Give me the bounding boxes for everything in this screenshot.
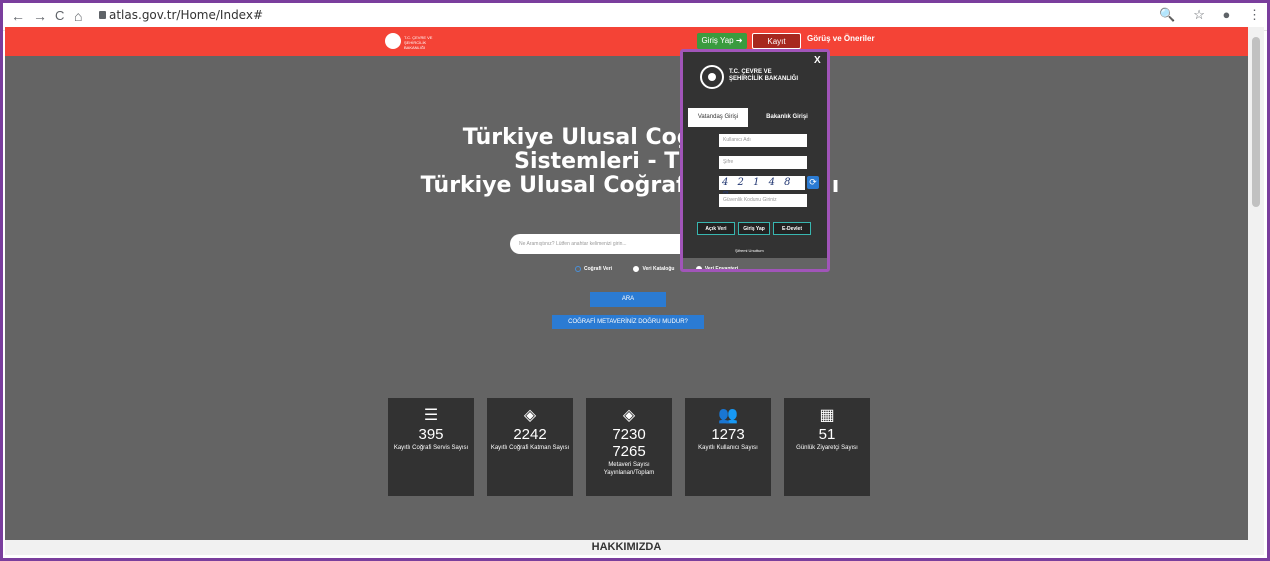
stat-card-metadata: ◈ 7230 7265 Metaveri Sayısı Yayınlanan/T… [586, 398, 672, 496]
modal-org-name: T.C. ÇEVRE VE ŞEHİRCİLİK BAKANLIĞI [729, 69, 798, 83]
layers-icon: ◈ [523, 407, 537, 424]
register-button[interactable]: Kayıt Sayfası [752, 33, 801, 62]
login-button[interactable]: Giriş Yap ➜ [697, 33, 747, 49]
search-button[interactable]: ARA [590, 292, 666, 307]
stat-label: Kayıtlı Coğrafi Servis Sayısı [393, 445, 469, 451]
layers-icon: ◈ [622, 407, 636, 424]
logo-text: T.C. ÇEVRE VE ŞEHİRCİLİK BAKANLIĞI [404, 35, 433, 50]
stat-card-layers: ◈ 2242 Kayıtlı Coğrafi Katman Sayısı [487, 398, 573, 496]
stat-label: Kayıtlı Kullanıcı Sayısı [698, 445, 758, 451]
radio-icon [633, 266, 640, 272]
calendar-icon: ▦ [819, 407, 835, 424]
bookmark-star-icon[interactable]: ☆ [1193, 7, 1205, 22]
password-field[interactable]: Şifre [719, 156, 807, 169]
zoom-icon[interactable]: 🔍 [1159, 7, 1175, 22]
stat-label: Kayıtlı Coğrafi Katman Sayısı [490, 445, 570, 451]
stat-value: 1273 [711, 426, 745, 443]
forward-icon[interactable]: → [33, 7, 47, 25]
radio-catalog[interactable]: Veri Kataloğu [633, 266, 684, 272]
captcha-image: 4 2 1 4 8 7 [719, 176, 805, 202]
back-icon[interactable]: ← [11, 7, 25, 25]
forgot-password-link[interactable]: Şifremi Unuttum [735, 248, 764, 253]
radio-selected-icon [575, 266, 581, 272]
address-bar[interactable]: atlas.gov.tr/Home/Index# [109, 8, 263, 22]
lock-icon [99, 11, 106, 19]
stat-label: Günlük Ziyaretçi Sayısı [796, 445, 858, 451]
emblem-icon [385, 33, 401, 49]
browser-actions: 🔍 ☆ ● ⋮ [1145, 7, 1261, 23]
tab-ministry-login[interactable]: Bakanlık Girişi [749, 108, 825, 127]
radio-geodata[interactable]: Coğrafi Veri [575, 266, 622, 272]
stat-value: 2242 [513, 426, 547, 443]
open-data-button[interactable]: Açık Veri [697, 222, 735, 235]
org-line-2: ŞEHİRCİLİK BAKANLIĞI [729, 76, 798, 82]
users-icon: 👥 [718, 407, 738, 424]
tab-citizen-login[interactable]: Vatandaş Girişi [688, 108, 748, 127]
scrollbar-thumb[interactable] [1252, 37, 1260, 207]
refresh-captcha-icon[interactable]: ⟳ [807, 176, 819, 189]
stat-label: Metaveri Sayısı Yayınlanan/Toplam [603, 462, 655, 476]
menu-icon[interactable]: ⋮ [1248, 7, 1261, 22]
account-icon[interactable]: ● [1223, 7, 1231, 22]
stat-card-services: ☰ 395 Kayıtlı Coğrafi Servis Sayısı [388, 398, 474, 496]
about-section-title[interactable]: HAKKIMIZDA [5, 540, 1248, 555]
ministry-emblem-icon [700, 65, 724, 89]
login-modal: X T.C. ÇEVRE VE ŞEHİRCİLİK BAKANLIĞI Vat… [683, 52, 827, 258]
close-icon[interactable]: X [814, 55, 821, 66]
hero-section: Türkiye Ulusal Coğrafi Bilgi Sistemleri … [5, 56, 1248, 540]
ministry-logo[interactable]: T.C. ÇEVRE VE ŞEHİRCİLİK BAKANLIĞI [385, 33, 440, 50]
modal-login-button[interactable]: Giriş Yap [738, 222, 770, 235]
reload-icon[interactable]: C [55, 7, 64, 25]
username-field[interactable]: Kullanıcı Adı [719, 134, 807, 147]
stat-card-users: 👥 1273 Kayıtlı Kullanıcı Sayısı [685, 398, 771, 496]
stat-card-visitors: ▦ 51 Günlük Ziyaretçi Sayısı [784, 398, 870, 496]
stat-value: 7230 [612, 426, 646, 443]
captcha-field[interactable]: Güvenlik Kodunu Giriniz [719, 194, 807, 207]
metadata-check-button[interactable]: COĞRAFİ METAVERİNİZ DOĞRU MUDUR? [552, 315, 704, 329]
feedback-link[interactable]: Görüş ve Öneriler [807, 34, 875, 43]
stat-value: 51 [818, 426, 836, 443]
stat-value: 395 [418, 426, 444, 443]
database-icon: ☰ [423, 407, 439, 424]
org-line-1: T.C. ÇEVRE VE [729, 69, 772, 75]
site-header: T.C. ÇEVRE VE ŞEHİRCİLİK BAKANLIĞI Giriş… [5, 27, 1248, 62]
home-icon[interactable]: ⌂ [74, 7, 82, 25]
stat-value-total: 7265 [612, 443, 646, 460]
edevlet-button[interactable]: E-Devlet [773, 222, 811, 235]
